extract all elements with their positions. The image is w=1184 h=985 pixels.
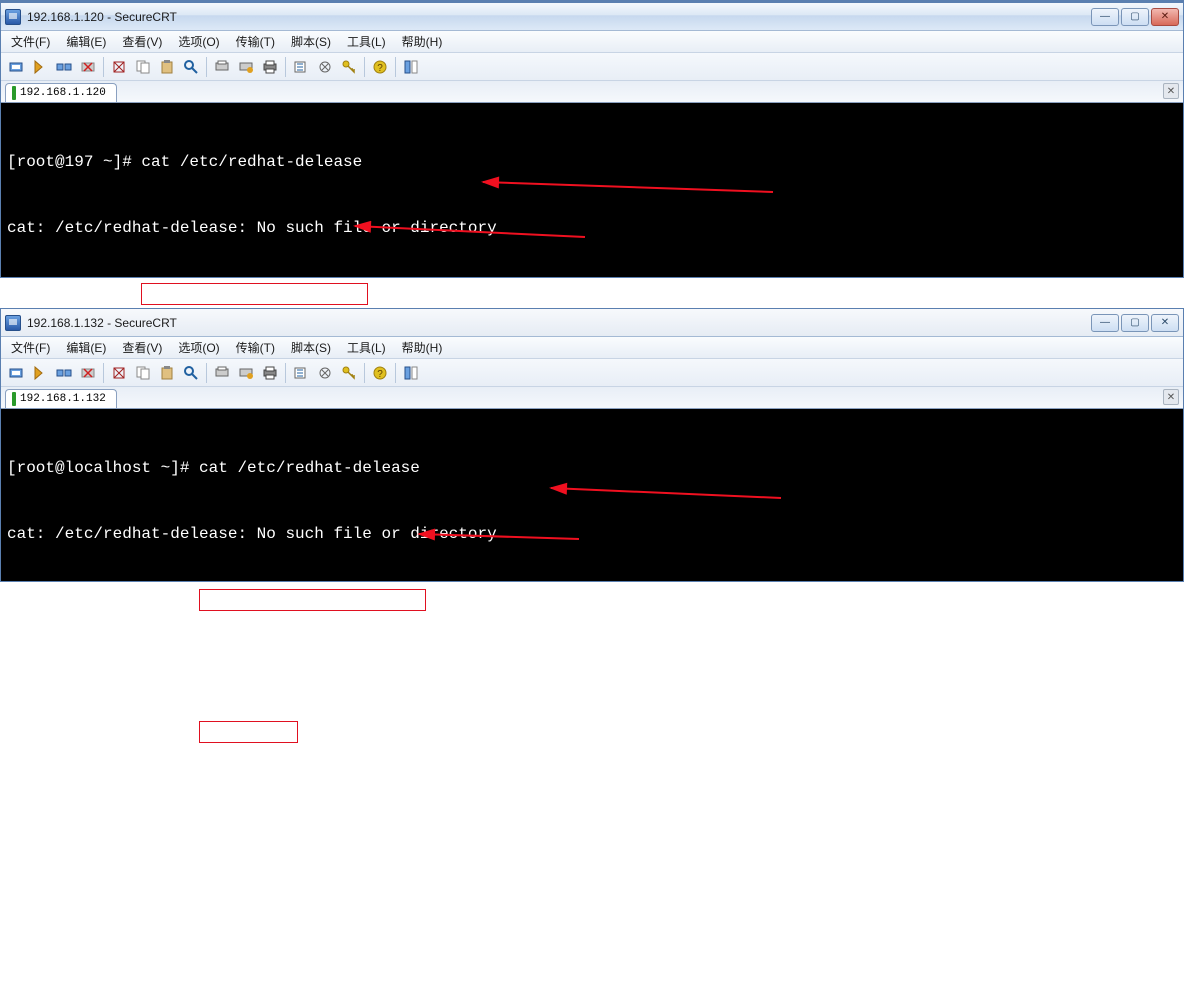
tab-label: 192.168.1.120 (20, 87, 106, 99)
print-preview-icon[interactable] (211, 362, 233, 384)
maximize-button[interactable]: ▢ (1121, 8, 1149, 26)
quick-connect-icon[interactable] (29, 56, 51, 78)
menu-tools[interactable]: 工具(L) (341, 31, 392, 52)
window-controls: — ▢ ✕ (1091, 8, 1179, 26)
session-tab-strip: 192.168.1.132 ✕ (1, 387, 1183, 409)
print-icon[interactable] (259, 56, 281, 78)
term-line: [root@197 ~]# cat /etc/redhat-release (7, 283, 1177, 305)
print-icon[interactable] (259, 362, 281, 384)
connect-icon[interactable] (5, 56, 27, 78)
active-indicator-icon (12, 86, 16, 100)
session-options-icon[interactable] (290, 362, 312, 384)
term-line: CentOS release 6.6 (Final) (7, 655, 1177, 677)
menu-file[interactable]: 文件(F) (5, 337, 56, 358)
highlighted-command: cat /etc/redhat-release (199, 589, 426, 611)
menu-file[interactable]: 文件(F) (5, 31, 56, 52)
maximize-button[interactable]: ▢ (1121, 314, 1149, 332)
session-options-icon[interactable] (290, 56, 312, 78)
window-controls: — ▢ ✕ (1091, 314, 1179, 332)
app-icon (5, 315, 21, 331)
svg-text:?: ? (377, 369, 383, 380)
menu-script[interactable]: 脚本(S) (285, 337, 337, 358)
key-icon[interactable] (338, 56, 360, 78)
reconnect-icon[interactable] (53, 362, 75, 384)
menu-transfer[interactable]: 传输(T) (230, 337, 281, 358)
paste-icon[interactable] (156, 56, 178, 78)
window-securecrt-2: 192.168.1.132 - SecureCRT — ▢ ✕ 文件(F) 编辑… (0, 308, 1184, 582)
menu-bar: 文件(F) 编辑(E) 查看(V) 选项(O) 传输(T) 脚本(S) 工具(L… (1, 31, 1183, 53)
terminal-area[interactable]: [root@197 ~]# cat /etc/redhat-delease ca… (1, 103, 1183, 277)
toggle-icon[interactable] (400, 362, 422, 384)
connect-icon[interactable] (5, 362, 27, 384)
menu-transfer[interactable]: 传输(T) (230, 31, 281, 52)
term-line: [root@localhost ~]# uname -r (7, 721, 1177, 743)
tab-close-button[interactable]: ✕ (1163, 83, 1179, 99)
menu-options[interactable]: 选项(O) (172, 337, 225, 358)
menu-script[interactable]: 脚本(S) (285, 31, 337, 52)
term-line: cat: /etc/redhat-delease: No such file o… (7, 523, 1177, 545)
help-icon[interactable]: ? (369, 362, 391, 384)
global-options-icon[interactable] (314, 56, 336, 78)
term-line: [root@localhost ~]# (7, 853, 1177, 875)
quick-connect-icon[interactable] (29, 362, 51, 384)
reconnect-icon[interactable] (53, 56, 75, 78)
find-icon[interactable] (180, 56, 202, 78)
session-tab[interactable]: 192.168.1.132 (5, 389, 117, 408)
menu-help[interactable]: 帮助(H) (396, 337, 449, 358)
menu-view[interactable]: 查看(V) (116, 337, 168, 358)
print-setup-icon[interactable] (235, 56, 257, 78)
menu-bar: 文件(F) 编辑(E) 查看(V) 选项(O) 传输(T) 脚本(S) 工具(L… (1, 337, 1183, 359)
tool-bar: ? (1, 53, 1183, 81)
global-options-icon[interactable] (314, 362, 336, 384)
close-button-inactive[interactable]: ✕ (1151, 314, 1179, 332)
window-title: 192.168.1.120 - SecureCRT (27, 10, 1091, 24)
toggle-icon[interactable] (400, 56, 422, 78)
cut-icon[interactable] (108, 56, 130, 78)
menu-edit[interactable]: 编辑(E) (60, 337, 112, 358)
menu-view[interactable]: 查看(V) (116, 31, 168, 52)
menu-edit[interactable]: 编辑(E) (60, 31, 112, 52)
paste-icon[interactable] (156, 362, 178, 384)
window-title: 192.168.1.132 - SecureCRT (27, 316, 1091, 330)
term-line: 2.6.32-504.el6.x86_64 (7, 787, 1177, 809)
svg-text:?: ? (377, 63, 383, 74)
term-line: [root@197 ~]# cat /etc/redhat-delease (7, 151, 1177, 173)
tool-bar: ? (1, 359, 1183, 387)
menu-tools[interactable]: 工具(L) (341, 337, 392, 358)
active-indicator-icon (12, 392, 16, 406)
menu-help[interactable]: 帮助(H) (396, 31, 449, 52)
session-tab-strip: 192.168.1.120 ✕ (1, 81, 1183, 103)
copy-icon[interactable] (132, 362, 154, 384)
minimize-button[interactable]: — (1091, 8, 1119, 26)
key-icon[interactable] (338, 362, 360, 384)
tab-close-button[interactable]: ✕ (1163, 389, 1179, 405)
close-button[interactable]: ✕ (1151, 8, 1179, 26)
title-bar[interactable]: 192.168.1.120 - SecureCRT — ▢ ✕ (1, 3, 1183, 31)
terminal-area[interactable]: [root@localhost ~]# cat /etc/redhat-dele… (1, 409, 1183, 581)
disconnect-icon[interactable] (77, 362, 99, 384)
title-bar[interactable]: 192.168.1.132 - SecureCRT — ▢ ✕ (1, 309, 1183, 337)
highlighted-command: uname -r (199, 721, 298, 743)
term-line: [root@localhost ~]# cat /etc/redhat-rele… (7, 589, 1177, 611)
print-preview-icon[interactable] (211, 56, 233, 78)
print-setup-icon[interactable] (235, 362, 257, 384)
cut-icon[interactable] (108, 362, 130, 384)
highlighted-command: cat /etc/redhat-release (141, 283, 368, 305)
window-securecrt-1: 192.168.1.120 - SecureCRT — ▢ ✕ 文件(F) 编辑… (0, 0, 1184, 278)
disconnect-icon[interactable] (77, 56, 99, 78)
app-icon (5, 9, 21, 25)
tab-label: 192.168.1.132 (20, 393, 106, 405)
term-line: cat: /etc/redhat-delease: No such file o… (7, 217, 1177, 239)
session-tab[interactable]: 192.168.1.120 (5, 83, 117, 102)
menu-options[interactable]: 选项(O) (172, 31, 225, 52)
minimize-button[interactable]: — (1091, 314, 1119, 332)
copy-icon[interactable] (132, 56, 154, 78)
help-icon[interactable]: ? (369, 56, 391, 78)
find-icon[interactable] (180, 362, 202, 384)
term-line: [root@localhost ~]# cat /etc/redhat-dele… (7, 457, 1177, 479)
